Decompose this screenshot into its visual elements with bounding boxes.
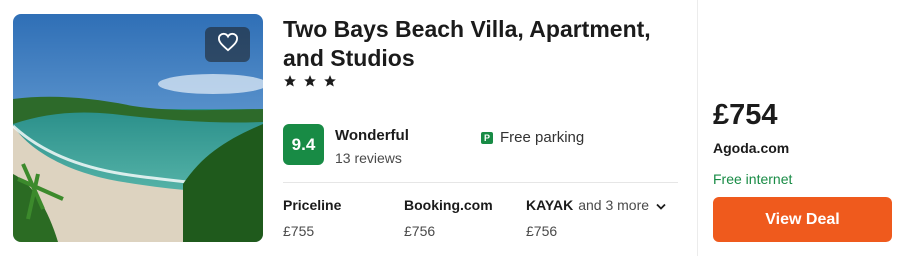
provider-price: £755	[283, 223, 315, 239]
chevron-down-icon[interactable]	[656, 197, 666, 213]
star-icon	[303, 74, 317, 93]
amenity-free-parking: P Free parking	[481, 129, 584, 146]
divider	[283, 182, 678, 183]
amenity-label: Free parking	[500, 129, 585, 146]
star-icon	[323, 74, 337, 93]
more-providers-link[interactable]: and 3 more	[578, 197, 649, 213]
rating-score-badge: 9.4	[283, 124, 324, 165]
provider-name: Booking.com	[404, 197, 493, 213]
provider-price: £756	[404, 223, 436, 239]
best-price-provider: Agoda.com	[713, 140, 790, 156]
view-deal-button[interactable]: View Deal	[713, 197, 892, 242]
provider-booking[interactable]: Booking.com £756	[404, 197, 493, 239]
provider-name-row: KAYAK and 3 more	[526, 197, 666, 213]
provider-priceline[interactable]: Priceline £755	[283, 197, 341, 239]
parking-icon: P	[481, 131, 493, 144]
provider-price: £756	[526, 223, 558, 239]
provider-name: KAYAK	[526, 197, 574, 213]
favorite-button[interactable]	[205, 27, 250, 62]
star-icon	[283, 74, 297, 93]
column-separator	[697, 0, 698, 256]
star-rating	[283, 74, 337, 93]
provider-kayak[interactable]: KAYAK and 3 more £756	[526, 197, 666, 239]
hotel-name[interactable]: Two Bays Beach Villa, Apartment, and Stu…	[283, 15, 683, 73]
review-count[interactable]: 13 reviews	[335, 150, 402, 166]
provider-name: Priceline	[283, 197, 342, 213]
deal-perk: Free internet	[713, 171, 793, 187]
heart-icon	[217, 32, 239, 57]
best-price: £754	[713, 99, 778, 131]
rating-label: Wonderful	[335, 127, 409, 144]
